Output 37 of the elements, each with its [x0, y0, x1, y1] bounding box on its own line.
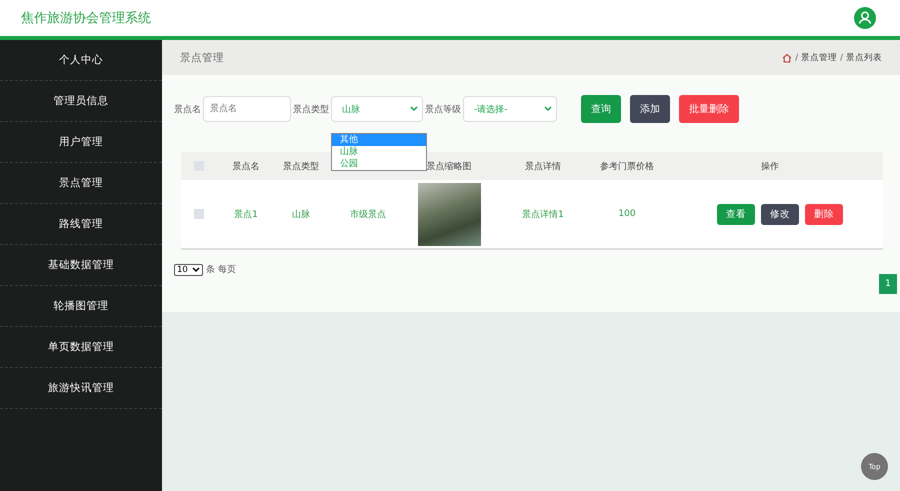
caret-icon: [192, 266, 200, 272]
breadcrumb-separator: /: [795, 52, 798, 62]
row-action-button[interactable]: 修改: [761, 204, 799, 224]
row-action-button[interactable]: 删除: [805, 204, 843, 224]
column-header: 景点缩略图: [426, 162, 472, 172]
filter-label: 景点类型: [293, 104, 329, 116]
breadcrumb-link[interactable]: 景点管理: [801, 52, 838, 64]
column-header: 景点名: [232, 162, 260, 172]
column-header: 操作: [761, 162, 779, 172]
table-cell: 市级景点: [350, 210, 386, 220]
caret-icon: [544, 106, 552, 112]
app-title: 焦作旅游协会管理系统: [21, 10, 151, 27]
filter-label: 景点名: [174, 104, 201, 116]
table-cell: 100: [618, 209, 636, 219]
breadcrumb-link[interactable]: 景点列表: [846, 52, 882, 64]
name-input-field[interactable]: 景点名: [203, 96, 291, 122]
user-icon[interactable]: [854, 7, 876, 29]
page-title: 景点管理: [180, 50, 224, 64]
column-header: 景点类型: [283, 162, 319, 172]
filter-label: 景点等级: [425, 104, 461, 116]
table-cell: 山脉: [292, 210, 310, 220]
photo-placeholder: [418, 182, 480, 246]
home-icon[interactable]: [782, 52, 792, 62]
column-header: 参考门票价格: [600, 162, 654, 172]
filter-button[interactable]: 批量删除: [679, 95, 739, 123]
page-size-select[interactable]: 10: [174, 264, 203, 276]
filter-button[interactable]: 添加: [630, 95, 670, 123]
column-header: 景点详情: [525, 162, 561, 172]
row-action-button[interactable]: 查看: [717, 204, 755, 224]
table-cell: 景点1: [234, 210, 258, 220]
filter-button[interactable]: 查询: [581, 95, 621, 123]
page-button[interactable]: 1: [879, 274, 897, 294]
caret-icon: [410, 106, 418, 112]
page-size-label: 条 每页: [206, 264, 236, 276]
breadcrumb-separator: /: [840, 52, 843, 62]
row-checkbox[interactable]: [194, 208, 204, 219]
table-cell: 景点详情1: [522, 210, 564, 220]
